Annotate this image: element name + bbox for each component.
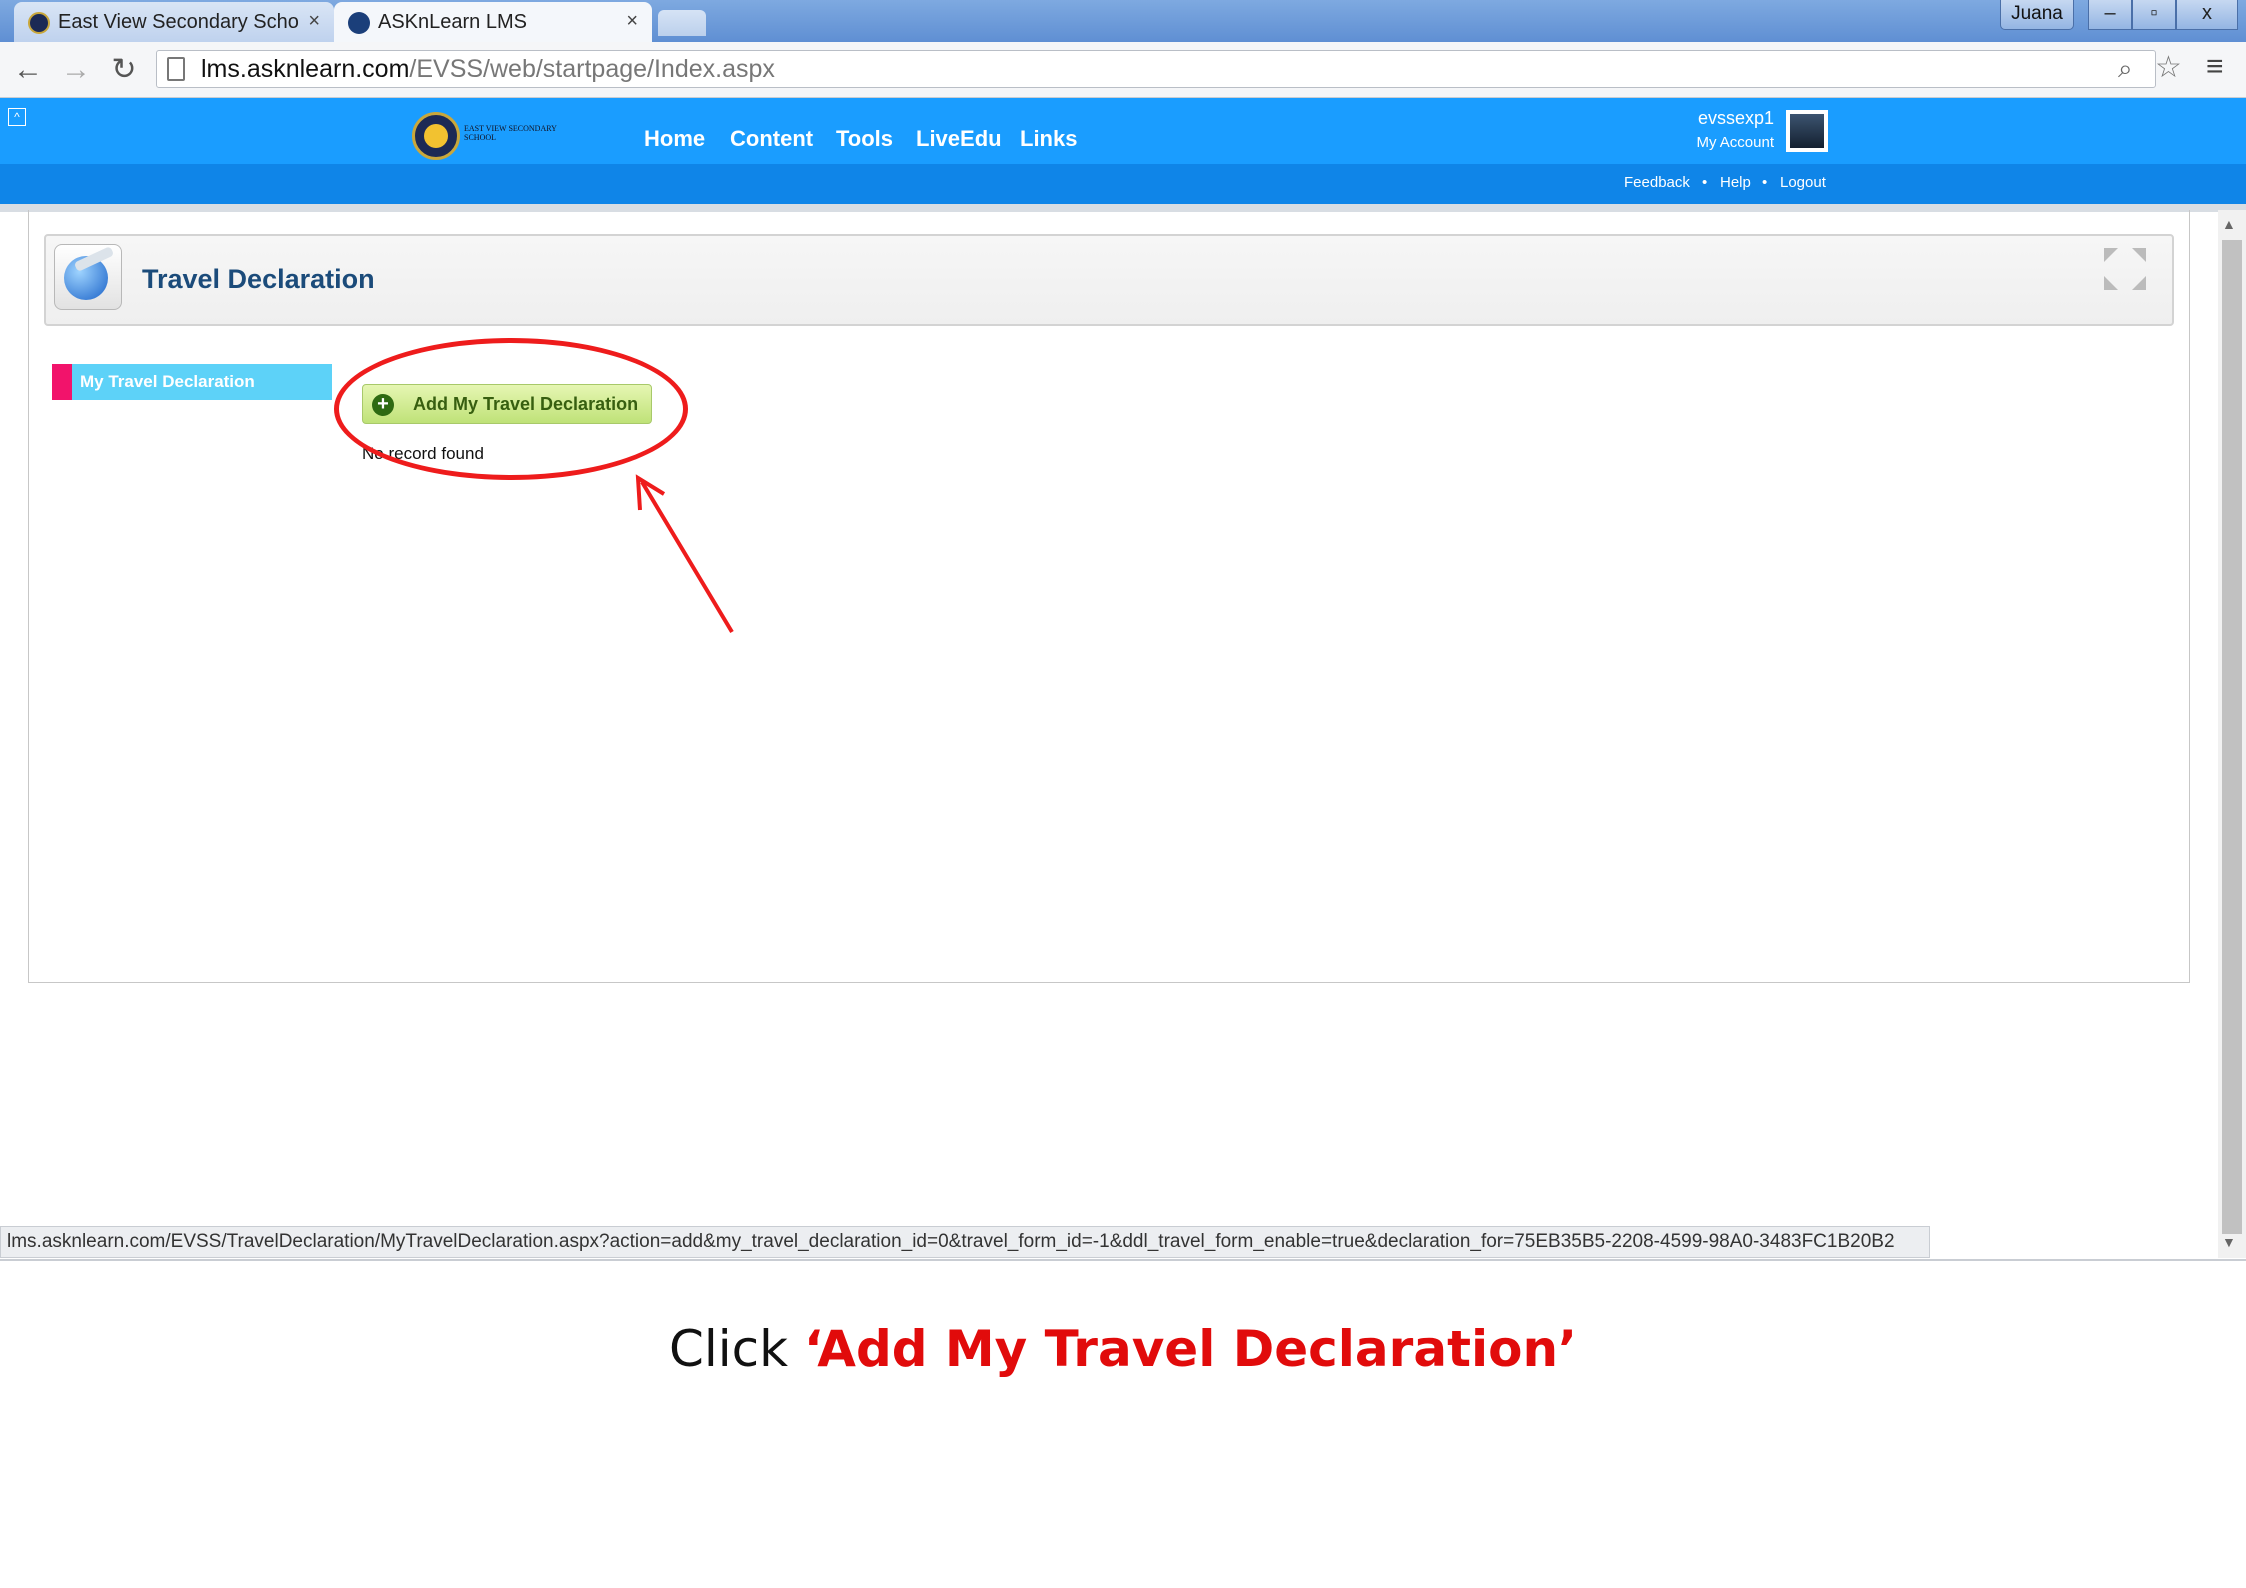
page-title: Travel Declaration	[142, 264, 375, 294]
url-host: lms.asknlearn.com	[201, 55, 410, 83]
divider	[0, 1259, 2246, 1261]
profile-button[interactable]: Juana	[2000, 0, 2074, 30]
annotation-ellipse	[334, 338, 688, 480]
menu-icon[interactable]: ≡	[2206, 50, 2224, 84]
instruction-caption: Click ‘Add My Travel Declaration’	[0, 1320, 2246, 1378]
tab-east-view[interactable]: East View Secondary Scho ×	[14, 2, 334, 42]
app-subheader	[0, 164, 2246, 204]
avatar-image	[1790, 114, 1824, 148]
feedback-link[interactable]: Feedback	[1624, 174, 1690, 191]
tab-asknlearn[interactable]: ASKnLearn LMS ×	[334, 2, 652, 42]
minimize-button[interactable]: –	[2088, 0, 2132, 30]
restore-button[interactable]: ▫	[2132, 0, 2176, 30]
url-path: /EVSS/web/startpage/Index.aspx	[409, 55, 775, 83]
page-icon	[167, 57, 185, 81]
tab-label: East View Secondary Scho	[58, 10, 299, 33]
sidebar-active-marker	[52, 364, 72, 400]
school-logo-emblem	[424, 124, 448, 148]
nav-links[interactable]: Links	[1020, 126, 1077, 152]
nav-home[interactable]: Home	[644, 126, 705, 152]
school-logo-text: EAST VIEW SECONDARY SCHOOL	[464, 124, 557, 142]
caption-highlight: ‘Add My Travel Declaration’	[803, 1320, 1578, 1378]
nav-content[interactable]: Content	[730, 126, 813, 152]
nav-liveedu[interactable]: LiveEdu	[916, 126, 1002, 152]
username[interactable]: evssexp1	[1690, 108, 1774, 129]
scroll-down-icon[interactable]: ▼	[2222, 1234, 2236, 1250]
my-account-link[interactable]: My Account	[1670, 134, 1774, 151]
scroll-up-icon[interactable]: ▲	[2222, 216, 2236, 232]
scrollbar-thumb[interactable]	[2222, 240, 2242, 1234]
caption-prefix: Click	[668, 1320, 804, 1378]
logout-link[interactable]: Logout	[1780, 174, 1826, 191]
separator-dot: •	[1762, 174, 1768, 191]
address-bar[interactable]: lms.asknlearn.com/EVSS/web/startpage/Ind…	[156, 50, 2156, 88]
close-window-button[interactable]: x	[2176, 0, 2238, 30]
status-bar-url: lms.asknlearn.com/EVSS/TravelDeclaration…	[0, 1226, 1930, 1258]
zoom-icon[interactable]: ⌕	[2118, 53, 2133, 85]
close-tab-icon[interactable]: ×	[626, 10, 638, 33]
separator-dot: •	[1702, 174, 1708, 191]
nav-tools[interactable]: Tools	[836, 126, 893, 152]
new-tab-button[interactable]	[658, 10, 706, 36]
close-tab-icon[interactable]: ×	[308, 10, 320, 33]
collapse-icon[interactable]: ^	[8, 108, 26, 126]
forward-icon[interactable]: →	[56, 50, 96, 90]
annotation-arrow	[635, 474, 734, 634]
reload-icon[interactable]: ↻	[104, 50, 144, 90]
school-favicon-icon	[28, 12, 50, 34]
tab-label: ASKnLearn LMS	[378, 10, 527, 33]
back-icon[interactable]: ←	[8, 50, 48, 90]
fullscreen-icon[interactable]	[2104, 248, 2146, 290]
help-link[interactable]: Help	[1720, 174, 1751, 191]
asknlearn-favicon-icon	[348, 12, 370, 34]
bookmark-star-icon[interactable]: ☆	[2155, 50, 2182, 85]
sidebar-item-my-travel-declaration[interactable]: My Travel Declaration	[72, 364, 332, 400]
